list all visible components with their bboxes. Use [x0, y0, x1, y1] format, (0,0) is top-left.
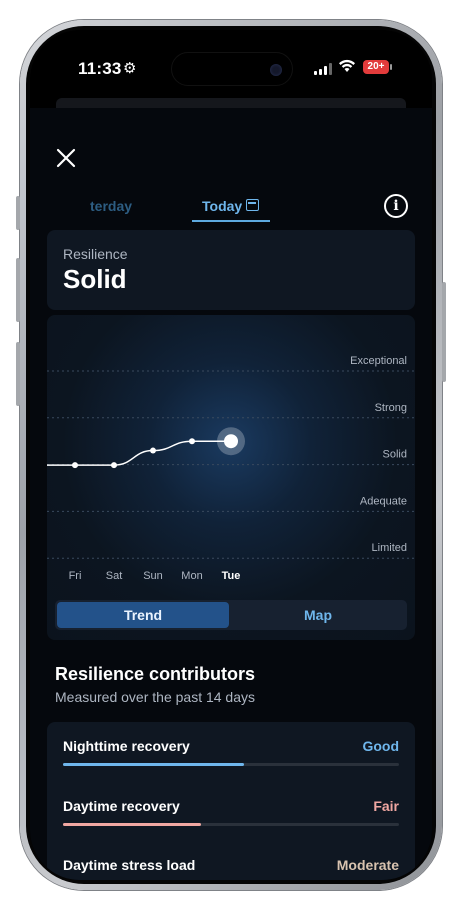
cellular-signal-icon	[314, 63, 332, 75]
tab-today[interactable]: Today	[202, 198, 242, 214]
view-toggle: Trend Map	[55, 600, 407, 630]
data-point-tue	[224, 434, 238, 449]
resilience-value: Solid	[63, 264, 127, 294]
camera-icon	[270, 64, 282, 76]
sheet-background-edge	[56, 98, 406, 108]
contributors-card: Nighttime recovery Good Daytime recovery…	[47, 722, 415, 880]
tab-yesterday[interactable]: terday	[90, 198, 132, 214]
day-label-sat: Sat	[106, 570, 123, 582]
wifi-icon	[338, 59, 356, 77]
resilience-label: Resilience	[63, 246, 128, 262]
close-icon	[56, 148, 76, 168]
tab-today-underline	[192, 220, 270, 222]
phone-screen: 11:33 ⚙ 20+ terday Today i Resilience So…	[30, 30, 432, 880]
volume-up-button	[16, 258, 20, 322]
status-time: 11:33	[78, 59, 122, 78]
calendar-icon[interactable]	[246, 199, 259, 211]
level-label-strong: Strong	[375, 402, 407, 414]
contributor-status: Fair	[373, 798, 399, 814]
resilience-trend-chart: Limited Adequate Solid Strong Exceptional Fri…	[47, 315, 415, 640]
contributors-subtitle: Measured over the past 14 days	[55, 689, 256, 705]
day-label-tue: Tue	[222, 570, 241, 582]
gear-icon: ⚙	[123, 60, 137, 77]
contributor-bar-fill	[63, 823, 201, 826]
battery-indicator: 20+	[363, 60, 389, 74]
trend-chart-svg: Limited Adequate Solid Strong Exceptional Fri…	[47, 355, 415, 582]
data-point-mon	[189, 438, 195, 445]
contributor-name: Nighttime recovery	[63, 738, 190, 754]
level-label-solid: Solid	[383, 449, 407, 461]
contributor-name: Daytime recovery	[63, 798, 180, 814]
trend-line	[47, 440, 231, 466]
map-toggle-button[interactable]: Map	[231, 602, 405, 628]
trend-toggle-button[interactable]: Trend	[57, 602, 229, 628]
resilience-sheet: terday Today i Resilience Solid Limited A…	[30, 108, 432, 880]
day-label-sun: Sun	[143, 570, 163, 582]
action-button	[16, 196, 20, 230]
contributor-bar-track	[63, 763, 399, 766]
level-label-exceptional: Exceptional	[350, 355, 407, 367]
data-point-sun	[150, 447, 156, 454]
contributor-status: Good	[362, 738, 399, 754]
level-label-limited: Limited	[372, 542, 407, 554]
contributors-title: Resilience contributors	[55, 664, 256, 684]
contributor-status: Moderate	[336, 857, 399, 873]
battery-tip	[390, 64, 392, 70]
data-point-sat	[111, 462, 117, 469]
day-label-mon: Mon	[181, 570, 202, 582]
power-button	[442, 282, 446, 382]
contributor-bar-track	[63, 823, 399, 826]
day-label-fri: Fri	[69, 570, 82, 582]
info-button[interactable]: i	[384, 194, 408, 218]
volume-down-button	[16, 342, 20, 406]
resilience-summary-card: Resilience Solid	[47, 230, 415, 310]
close-button[interactable]	[54, 148, 78, 172]
level-label-adequate: Adequate	[360, 495, 407, 507]
contributor-name: Daytime stress load	[63, 857, 196, 873]
data-point-fri	[72, 462, 78, 469]
contributor-bar-fill	[63, 763, 245, 766]
